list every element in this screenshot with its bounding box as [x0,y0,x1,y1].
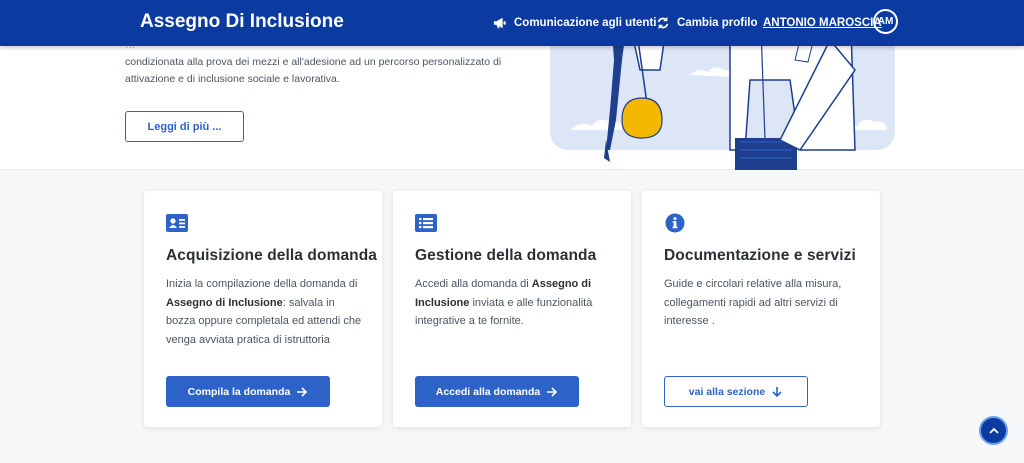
card-description: Guide e circolari relative alla misura, … [664,278,842,327]
hero-text-line-2: condizionata alla prova dei mezzi e all'… [125,56,502,68]
chevron-up-icon [988,427,999,434]
change-profile-link[interactable]: Cambia profilo [656,0,758,46]
read-more-button[interactable]: Leggi di più ... [125,111,244,142]
arrow-right-icon [297,386,308,397]
fill-application-button[interactable]: Compila la domanda [166,376,330,407]
access-application-label: Accedi alla domanda [435,385,541,398]
communications-link[interactable]: Comunicazione agli utenti [493,0,656,46]
arrow-down-icon [772,386,782,397]
card-title: Gestione della domanda [415,247,597,264]
communications-label: Comunicazione agli utenti [514,17,657,29]
card-documentation-services: Documentazione e servizi Guide e circola… [642,191,880,427]
card-title: Acquisizione della domanda [166,247,378,264]
sync-icon [657,16,669,30]
scroll-to-top-button[interactable] [979,416,1008,445]
access-application-button[interactable]: Accedi alla domanda [415,376,579,407]
app-title[interactable]: Assegno Di Inclusione [140,11,344,33]
megaphone-icon [493,17,506,29]
top-header: Assegno Di Inclusione Comunicazione agli… [0,0,1024,46]
go-to-section-button[interactable]: vai alla sezione [664,376,808,407]
user-name-link[interactable]: ANTONIO MAROSCIA [763,0,882,46]
arrow-right-icon [547,386,558,397]
card-application-management: Gestione della domanda Accedi alla doman… [393,191,631,427]
hero-text-line-3: attivazione e di inclusione sociale e la… [125,73,340,85]
avatar[interactable]: AM [873,9,898,34]
card-description: Accedi alla domanda di Assegno di Inclus… [415,278,593,327]
info-icon [665,213,685,233]
card-description: Inizia la compilazione della domanda di … [166,278,362,346]
card-application-acquisition: Acquisizione della domanda Inizia la com… [144,191,382,427]
card-title: Documentazione e servizi [664,247,856,264]
list-icon [415,214,437,232]
id-card-icon [166,214,188,232]
change-profile-label: Cambia profilo [677,17,758,29]
go-to-section-label: vai alla sezione [688,385,766,398]
fill-application-label: Compila la domanda [187,385,291,398]
